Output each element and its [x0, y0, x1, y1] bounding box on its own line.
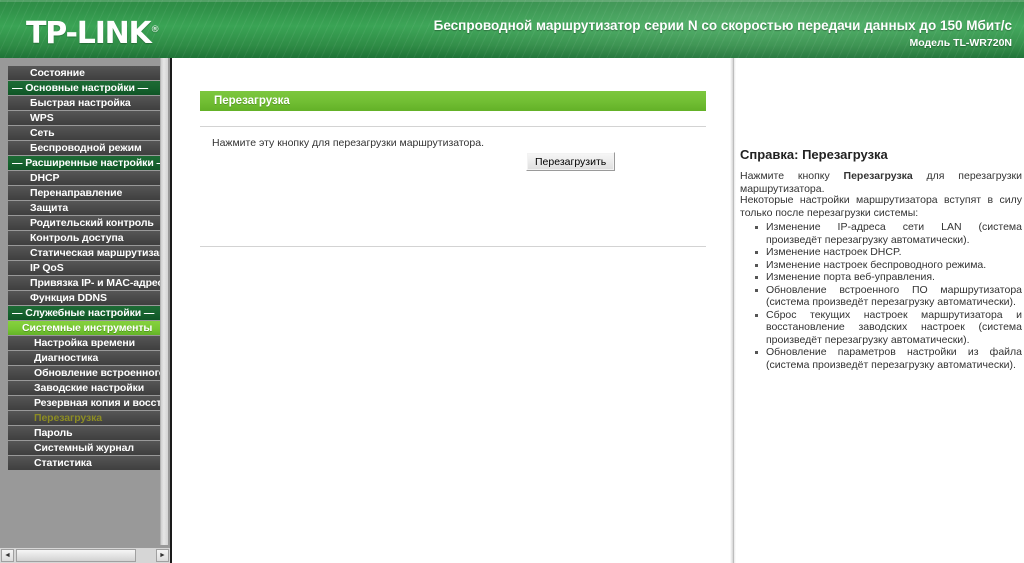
sidebar-item[interactable]: IP QoS [8, 261, 162, 275]
app-header: TP-LINK® Беспроводной маршрутизатор сери… [0, 0, 1024, 58]
sidebar-item[interactable]: Системный журнал [8, 441, 162, 455]
sidebar-item[interactable]: Резервная копия и восстановление [8, 396, 162, 410]
sidebar-item[interactable]: Статическая маршрутизация [8, 246, 162, 260]
sidebar-item[interactable]: Перезагрузка [8, 411, 162, 425]
header-title-block: Беспроводной маршрутизатор серии N со ск… [434, 18, 1012, 50]
sidebar-item[interactable]: Системные инструменты [8, 321, 162, 335]
sidebar-item[interactable]: Привязка IP- и MAC-адресов [8, 276, 162, 290]
scroll-left-arrow-icon[interactable]: ◄ [1, 549, 14, 562]
help-intro-before: Нажмите кнопку [740, 170, 844, 182]
reboot-instruction: Нажмите эту кнопку для перезагрузки марш… [212, 137, 484, 149]
sidebar-navigation: Состояние — Основные настройки — Быстрая н… [0, 58, 172, 563]
sidebar-item[interactable]: Быстрая настройка [8, 96, 162, 110]
page-body: Состояние — Основные настройки — Быстрая н… [0, 58, 1024, 563]
logo-text: TP-LINK [26, 16, 152, 51]
sidebar-item[interactable]: WPS [8, 111, 162, 125]
tplink-logo: TP-LINK® [26, 16, 160, 51]
help-list-item: Изменение настроек DHCP. [755, 246, 1022, 259]
sidebar-item[interactable]: Перенаправление [8, 186, 162, 200]
help-paragraph: Некоторые настройки маршрутизатора вступ… [740, 194, 1022, 219]
help-panel-divider [730, 58, 736, 563]
sidebar-item[interactable]: Функция DDNS [8, 291, 162, 305]
help-title: Справка: Перезагрузка [740, 147, 888, 162]
sidebar-category-header: — Служебные настройки — [8, 306, 162, 320]
help-list-item: Изменение настроек беспроводного режима. [755, 259, 1022, 272]
sidebar-menu-list: Состояние — Основные настройки — Быстрая н… [8, 66, 162, 471]
product-title: Беспроводной маршрутизатор серии N со ск… [433, 18, 1012, 33]
sidebar-item[interactable]: Обновление встроенного ПО [8, 366, 162, 380]
sidebar-item[interactable]: Заводские настройки [8, 381, 162, 395]
help-panel: Справка: Перезагрузка Нажмите кнопку Пер… [740, 58, 1024, 563]
sidebar-item[interactable]: Сеть [8, 126, 162, 140]
sidebar-item[interactable]: Пароль [8, 426, 162, 440]
help-list-item: Обновление параметров настройки из файла… [755, 346, 1022, 371]
help-intro-bold: Перезагрузка [843, 170, 913, 182]
help-bullet-list: Изменение IP-адреса сети LAN (система пр… [740, 221, 1022, 371]
divider-top [200, 126, 706, 127]
sidebar-scroll-viewport: Состояние — Основные настройки — Быстрая н… [0, 58, 162, 545]
divider-bottom [200, 246, 706, 247]
sidebar-vertical-scrollbar[interactable] [160, 58, 168, 545]
help-intro: Нажмите кнопку Перезагрузка для перезагр… [740, 170, 1022, 196]
sidebar-item[interactable]: Родительский контроль [8, 216, 162, 230]
registered-mark-icon: ® [150, 25, 160, 35]
header-top-highlight [0, 0, 1024, 2]
help-list-item: Изменение порта веб-управления. [755, 271, 1022, 284]
sidebar-item[interactable]: DHCP [8, 171, 162, 185]
help-list-item: Обновление встроенного ПО маршрутизатора… [755, 283, 1022, 308]
page-title: Перезагрузка [200, 91, 706, 111]
scroll-right-arrow-icon[interactable]: ► [156, 549, 169, 562]
help-list-item: Сброс текущих настроек маршрутизатора и … [755, 308, 1022, 346]
reboot-button[interactable]: Перезагрузить [526, 152, 616, 171]
sidebar-item[interactable]: Статистика [8, 456, 162, 470]
sidebar-item[interactable]: Контроль доступа [8, 231, 162, 245]
help-list-item: Изменение IP-адреса сети LAN (система пр… [755, 221, 1022, 246]
product-model: Модель TL-WR720N [909, 37, 1013, 49]
main-content: Перезагрузка Нажмите эту кнопку для пере… [174, 58, 730, 563]
scrollbar-thumb[interactable] [16, 549, 136, 562]
sidebar-item[interactable]: Состояние [8, 66, 162, 80]
sidebar-item[interactable]: Диагностика [8, 351, 162, 365]
sidebar-item[interactable]: Беспроводной режим [8, 141, 162, 155]
sidebar-category-header: — Расширенные настройки — [8, 156, 162, 170]
sidebar-item[interactable]: Защита [8, 201, 162, 215]
sidebar-horizontal-scrollbar[interactable]: ◄ ► [0, 547, 170, 563]
sidebar-category-header: — Основные настройки — [8, 81, 162, 95]
sidebar-item[interactable]: Настройка времени [8, 336, 162, 350]
